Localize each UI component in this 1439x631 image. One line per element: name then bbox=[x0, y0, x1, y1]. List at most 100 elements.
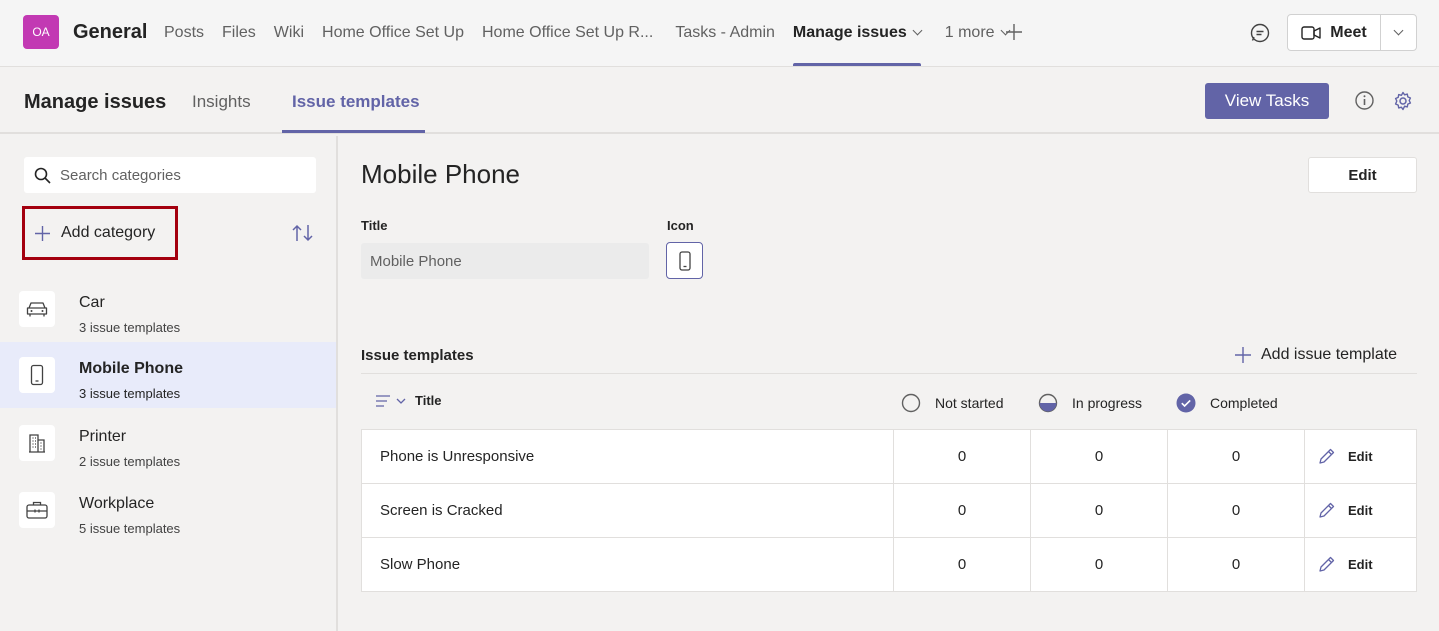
car-icon bbox=[19, 291, 55, 327]
category-count: 5 issue templates bbox=[79, 521, 181, 536]
category-name: Mobile Phone bbox=[79, 360, 183, 377]
chevron-down-icon bbox=[1393, 25, 1404, 35]
template-title: Phone is Unresponsive bbox=[361, 429, 894, 484]
edit-template-button[interactable]: Edit bbox=[1317, 555, 1416, 574]
tab-home-office-set-up[interactable]: Home Office Set Up bbox=[322, 0, 464, 66]
issue-templates-heading: Issue templates bbox=[361, 347, 474, 364]
table-row[interactable]: Screen is Cracked 0 0 0 Edit bbox=[361, 483, 1417, 538]
channel-name: General bbox=[73, 21, 148, 43]
meet-label: Meet bbox=[1330, 23, 1367, 41]
gear-icon[interactable] bbox=[1392, 90, 1414, 112]
in-progress-count: 0 bbox=[1030, 483, 1168, 538]
in-progress-count: 0 bbox=[1030, 537, 1168, 592]
category-name: Printer bbox=[79, 428, 127, 445]
category-item-workplace[interactable]: Workplace 5 issue templates bbox=[0, 477, 336, 543]
divider bbox=[361, 373, 1417, 374]
template-title: Screen is Cracked bbox=[361, 483, 894, 538]
channel-tabs: Posts Files Wiki Home Office Set Up Home… bbox=[164, 0, 1027, 66]
issue-templates-table: Phone is Unresponsive 0 0 0 Edit Screen … bbox=[361, 429, 1417, 592]
category-item-mobile-phone[interactable]: Mobile Phone 3 issue templates bbox=[0, 342, 336, 408]
column-header-title[interactable]: Title bbox=[375, 393, 442, 408]
building-icon bbox=[19, 425, 55, 461]
pencil-icon bbox=[1319, 448, 1335, 464]
app-header: Manage issues Insights Issue templates V… bbox=[0, 67, 1439, 134]
icon-picker[interactable] bbox=[666, 242, 703, 279]
add-category-label: Add category bbox=[61, 224, 156, 241]
conversation-icon[interactable] bbox=[1248, 21, 1272, 45]
category-title: Mobile Phone bbox=[361, 159, 520, 189]
title-field-label: Title bbox=[361, 218, 388, 233]
in-progress-count: 0 bbox=[1030, 429, 1168, 484]
edit-template-button[interactable]: Edit bbox=[1317, 501, 1416, 520]
edit-label: Edit bbox=[1348, 557, 1373, 572]
view-tasks-button[interactable]: View Tasks bbox=[1205, 83, 1329, 119]
category-count: 2 issue templates bbox=[79, 454, 181, 469]
pencil-icon bbox=[1319, 502, 1335, 518]
sort-icon[interactable] bbox=[291, 223, 315, 243]
search-icon bbox=[34, 167, 51, 184]
plus-icon bbox=[35, 225, 50, 241]
tab-insights[interactable]: Insights bbox=[192, 92, 251, 112]
add-category-button[interactable]: Add category bbox=[22, 206, 178, 260]
chevron-down-icon bbox=[912, 25, 923, 36]
meet-button[interactable]: Meet bbox=[1288, 15, 1381, 50]
tab-tasks-admin[interactable]: Tasks - Admin bbox=[675, 0, 775, 66]
info-icon[interactable] bbox=[1354, 90, 1375, 111]
tab-home-office-set-up-r[interactable]: Home Office Set Up R... bbox=[482, 0, 653, 66]
tab-manage-issues[interactable]: Manage issues bbox=[792, 0, 923, 66]
active-tab-indicator bbox=[282, 130, 425, 133]
tab-more[interactable]: 1 more bbox=[944, 0, 1010, 66]
category-count: 3 issue templates bbox=[79, 386, 181, 401]
video-camera-icon bbox=[1301, 25, 1321, 40]
category-count: 3 issue templates bbox=[79, 320, 181, 335]
not-started-count: 0 bbox=[893, 429, 1031, 484]
category-name: Workplace bbox=[79, 495, 155, 512]
edit-label: Edit bbox=[1348, 503, 1373, 518]
add-issue-template-label: Add issue template bbox=[1261, 346, 1398, 363]
column-title-label: Title bbox=[415, 393, 442, 408]
sort-lines-icon bbox=[376, 394, 406, 407]
completed-count: 0 bbox=[1167, 429, 1305, 484]
plus-icon bbox=[1235, 347, 1251, 363]
not-started-circle-icon bbox=[901, 393, 921, 413]
title-field: Mobile Phone bbox=[361, 243, 649, 279]
tab-wiki[interactable]: Wiki bbox=[274, 0, 304, 66]
add-issue-template-button[interactable]: Add issue template bbox=[1234, 346, 1397, 364]
meet-dropdown-button[interactable] bbox=[1381, 15, 1416, 50]
tab-more-label: 1 more bbox=[944, 24, 995, 41]
tab-issue-templates[interactable]: Issue templates bbox=[292, 92, 420, 112]
column-completed-label: Completed bbox=[1210, 395, 1278, 411]
tab-files[interactable]: Files bbox=[222, 0, 256, 66]
mobile-phone-icon bbox=[678, 250, 691, 271]
search-categories-input[interactable] bbox=[60, 166, 300, 184]
team-avatar[interactable]: OA bbox=[23, 15, 59, 49]
pencil-icon bbox=[1319, 556, 1335, 572]
table-row[interactable]: Phone is Unresponsive 0 0 0 Edit bbox=[361, 429, 1417, 484]
template-title: Slow Phone bbox=[361, 537, 894, 592]
edit-category-button[interactable]: Edit bbox=[1308, 157, 1417, 193]
column-header-not-started: Not started bbox=[901, 393, 1003, 413]
category-item-printer[interactable]: Printer 2 issue templates bbox=[0, 410, 336, 476]
not-started-count: 0 bbox=[893, 537, 1031, 592]
icon-field-label: Icon bbox=[667, 218, 694, 233]
add-tab-icon[interactable] bbox=[1003, 21, 1025, 43]
completed-count: 0 bbox=[1167, 537, 1305, 592]
app-title: Manage issues bbox=[24, 91, 167, 113]
column-in-progress-label: In progress bbox=[1072, 395, 1143, 411]
category-panel: Add category Car 3 issue templates Mobil… bbox=[0, 136, 338, 631]
completed-check-circle-icon bbox=[1176, 393, 1196, 413]
tab-posts[interactable]: Posts bbox=[164, 0, 204, 66]
edit-template-button[interactable]: Edit bbox=[1317, 447, 1416, 466]
column-not-started-label: Not started bbox=[935, 395, 1004, 411]
completed-count: 0 bbox=[1167, 483, 1305, 538]
tab-manage-issues-label: Manage issues bbox=[792, 24, 907, 41]
column-header-completed: Completed bbox=[1176, 393, 1278, 413]
search-box[interactable] bbox=[24, 157, 316, 193]
table-row[interactable]: Slow Phone 0 0 0 Edit bbox=[361, 537, 1417, 592]
category-name: Car bbox=[79, 294, 105, 311]
not-started-count: 0 bbox=[893, 483, 1031, 538]
category-item-car[interactable]: Car 3 issue templates bbox=[0, 276, 336, 342]
mobile-phone-icon bbox=[19, 357, 55, 393]
in-progress-half-circle-icon bbox=[1038, 393, 1058, 413]
meet-button-group: Meet bbox=[1287, 14, 1417, 51]
